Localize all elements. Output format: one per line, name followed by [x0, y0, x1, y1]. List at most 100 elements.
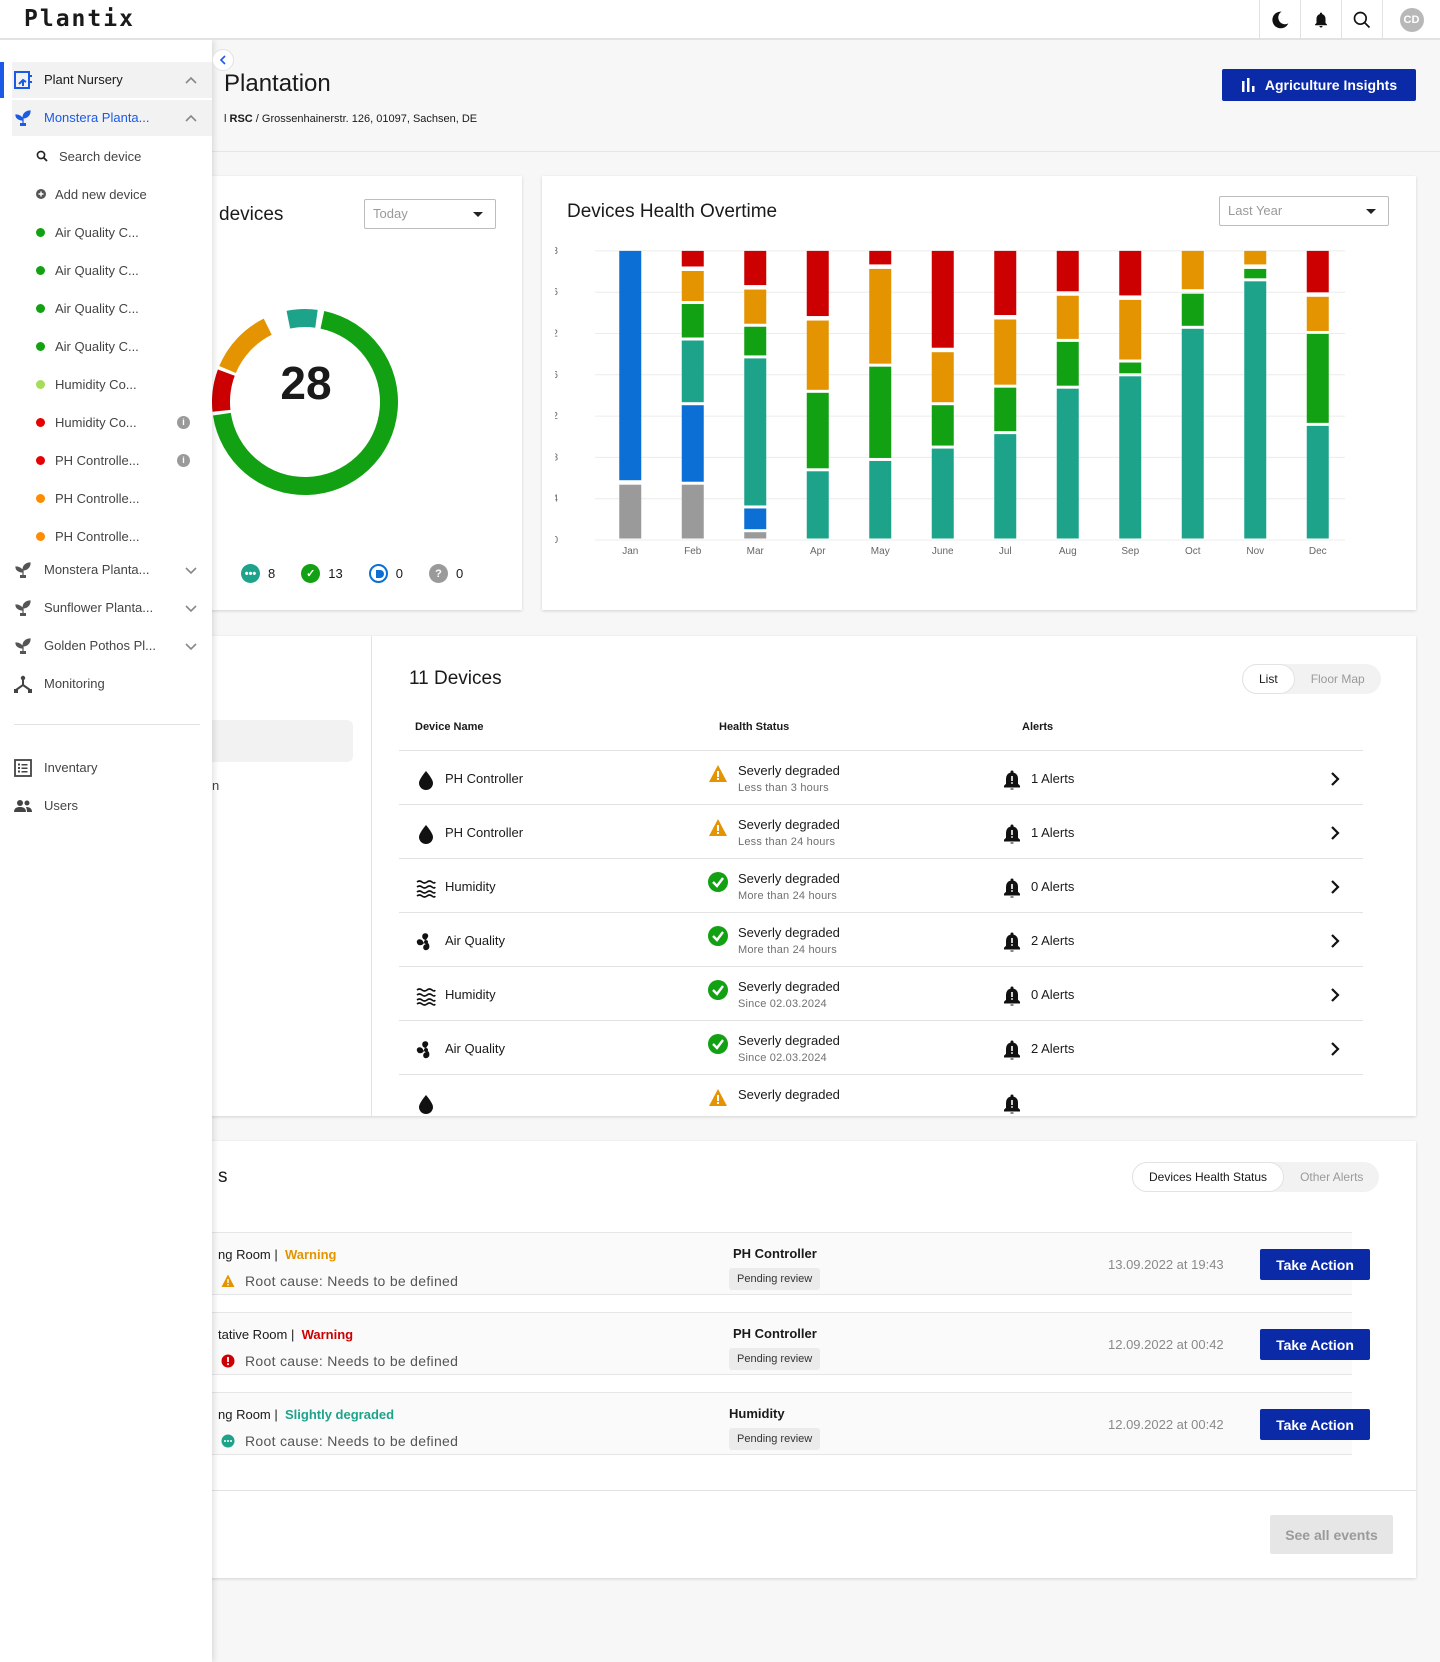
sidebar-device-item[interactable]: Humidity Co...	[36, 366, 212, 402]
chevron-down-icon[interactable]	[184, 563, 198, 577]
period-select[interactable]: Today	[364, 199, 496, 229]
sidebar-device-item[interactable]: Humidity Co... i	[36, 404, 212, 440]
global-search-button[interactable]	[1341, 0, 1382, 40]
sidebar-item-plantation[interactable]: Sunflower Planta...	[12, 590, 212, 626]
sidebar-item-users[interactable]: Users	[12, 788, 212, 824]
chevron-down-icon[interactable]	[184, 639, 198, 653]
table-row[interactable]: PH Controller Severly degraded Less than 2…	[399, 804, 1363, 858]
view-list-option[interactable]: List	[1242, 664, 1295, 694]
bar-segment-slightly-degraded[interactable]	[806, 471, 829, 539]
bar-segment-healthy[interactable]	[681, 304, 704, 338]
tab-other-alerts[interactable]: Other Alerts	[1284, 1162, 1379, 1192]
chevron-up-icon[interactable]	[184, 111, 198, 125]
chevron-right-icon[interactable]	[1327, 1039, 1343, 1059]
bar-segment-critical[interactable]	[1306, 250, 1329, 293]
chart-period-select[interactable]: Last Year	[1219, 196, 1389, 226]
table-row[interactable]: Air Quality Severly degraded More than 24 …	[399, 912, 1363, 966]
sidebar-search-device[interactable]: Search device	[36, 138, 212, 174]
see-all-events-button[interactable]: See all events	[1270, 1515, 1393, 1554]
table-row[interactable]: PH Controller Severly degraded Less than 3…	[399, 750, 1363, 804]
dark-mode-button[interactable]	[1259, 0, 1300, 40]
bar-segment-unknown[interactable]	[619, 484, 642, 539]
agriculture-insights-button[interactable]: Agriculture Insights	[1222, 69, 1416, 101]
sidebar-item-plantation[interactable]: Golden Pothos Pl...	[12, 628, 212, 664]
bar-segment-unknown[interactable]	[681, 484, 704, 539]
breadcrumb-site[interactable]: RSC	[230, 113, 253, 125]
bar-segment-degraded[interactable]	[931, 352, 954, 403]
bar-segment-healthy[interactable]	[806, 392, 829, 469]
bar-segment-healthy[interactable]	[1244, 268, 1267, 279]
bar-segment-slightly-degraded[interactable]	[1181, 328, 1204, 539]
bar-segment-slightly-degraded[interactable]	[1119, 376, 1142, 539]
take-action-button[interactable]: Take Action	[1260, 1409, 1370, 1440]
bar-segment-slightly-degraded[interactable]	[931, 448, 954, 539]
bar-segment-pending[interactable]	[619, 250, 642, 481]
sidebar-device-item[interactable]: PH Controlle...	[36, 518, 212, 554]
bar-segment-pending[interactable]	[681, 405, 704, 482]
bar-segment-critical[interactable]	[1119, 250, 1142, 296]
bar-segment-critical[interactable]	[994, 250, 1017, 316]
sidebar-collapse-button[interactable]	[212, 49, 234, 71]
bar-segment-critical[interactable]	[869, 250, 892, 265]
bar-segment-healthy[interactable]	[1181, 293, 1204, 326]
bar-segment-critical[interactable]	[1056, 250, 1079, 292]
bar-segment-unknown[interactable]	[744, 532, 767, 539]
bar-segment-pending[interactable]	[744, 508, 767, 530]
chevron-up-icon[interactable]	[184, 73, 198, 87]
bar-segment-slightly-degraded[interactable]	[869, 460, 892, 539]
left-panel-item[interactable]: n	[212, 778, 219, 793]
bar-segment-healthy[interactable]	[994, 387, 1017, 432]
bar-segment-degraded[interactable]	[744, 289, 767, 324]
table-row[interactable]: Severly degraded	[399, 1074, 1363, 1116]
chevron-right-icon[interactable]	[1327, 823, 1343, 843]
bar-segment-healthy[interactable]	[1119, 362, 1142, 374]
bar-segment-degraded[interactable]	[681, 270, 704, 302]
tab-devices-health-status[interactable]: Devices Health Status	[1132, 1162, 1285, 1192]
sidebar-item-inventary[interactable]: Inventary	[12, 750, 212, 786]
sidebar-device-item[interactable]: Air Quality C...	[36, 214, 212, 250]
donut-segment-slightly-degraded[interactable]	[286, 309, 318, 329]
bar-segment-critical[interactable]	[806, 250, 829, 317]
sidebar-device-item[interactable]: Air Quality C...	[36, 328, 212, 364]
bar-segment-degraded[interactable]	[994, 319, 1017, 385]
bar-segment-critical[interactable]	[931, 250, 954, 348]
bar-segment-degraded[interactable]	[1306, 296, 1329, 331]
bar-segment-healthy[interactable]	[931, 405, 954, 446]
sidebar-add-device[interactable]: Add new device	[36, 176, 212, 212]
chevron-right-icon[interactable]	[1327, 931, 1343, 951]
bar-segment-slightly-degraded[interactable]	[681, 340, 704, 403]
bar-segment-critical[interactable]	[744, 250, 767, 286]
donut-segment-critical[interactable]	[212, 369, 235, 412]
sidebar-device-item[interactable]: PH Controlle...	[36, 480, 212, 516]
logo[interactable]: Plantix	[24, 6, 135, 32]
sidebar-item-plantation[interactable]: Monstera Planta...	[12, 552, 212, 588]
bar-segment-critical[interactable]	[681, 250, 704, 267]
info-icon[interactable]: i	[177, 416, 190, 429]
table-row[interactable]: Humidity Severly degraded More than 24 hou…	[399, 858, 1363, 912]
table-row[interactable]: Air Quality Severly degraded Since 02.03.2…	[399, 1020, 1363, 1074]
info-icon[interactable]: i	[177, 454, 190, 467]
bar-segment-degraded[interactable]	[1181, 250, 1204, 290]
sidebar-item-monstera-selected[interactable]: Monstera Planta...	[12, 100, 212, 136]
bar-segment-healthy[interactable]	[869, 366, 892, 458]
notifications-button[interactable]	[1300, 0, 1341, 40]
bar-segment-healthy[interactable]	[744, 326, 767, 356]
chevron-down-icon[interactable]	[184, 601, 198, 615]
chevron-right-icon[interactable]	[1327, 877, 1343, 897]
take-action-button[interactable]: Take Action	[1260, 1249, 1370, 1280]
bar-segment-degraded[interactable]	[806, 320, 829, 390]
bar-segment-degraded[interactable]	[1244, 250, 1267, 265]
table-row[interactable]: Humidity Severly degraded Since 02.03.2024…	[399, 966, 1363, 1020]
bar-segment-degraded[interactable]	[1056, 295, 1079, 339]
left-panel-selected-row[interactable]	[212, 720, 353, 762]
sidebar-device-item[interactable]: PH Controlle... i	[36, 442, 212, 478]
sidebar-item-plant-nursery[interactable]: Plant Nursery	[12, 62, 212, 98]
bar-segment-slightly-degraded[interactable]	[1056, 388, 1079, 539]
view-floor-map-option[interactable]: Floor Map	[1295, 664, 1381, 694]
bar-segment-slightly-degraded[interactable]	[1306, 425, 1329, 539]
sidebar-item-monitoring[interactable]: Monitoring	[12, 666, 212, 702]
user-menu[interactable]: CD	[1382, 0, 1440, 40]
take-action-button[interactable]: Take Action	[1260, 1329, 1370, 1360]
sidebar-device-item[interactable]: Air Quality C...	[36, 252, 212, 288]
bar-segment-degraded[interactable]	[869, 268, 892, 364]
